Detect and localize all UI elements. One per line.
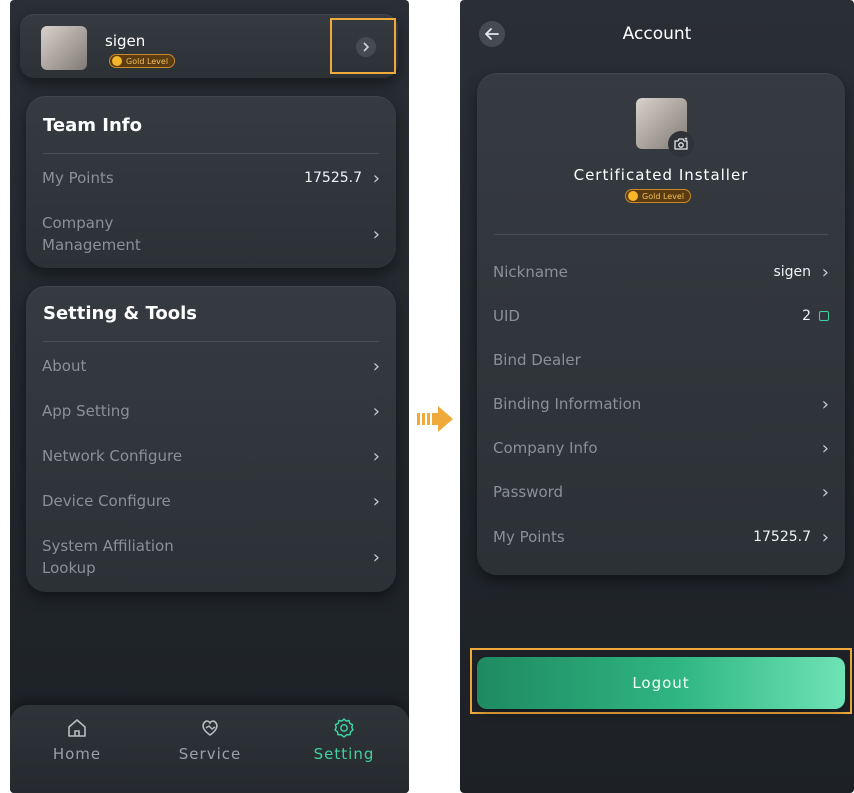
tab-label: Service [178, 745, 242, 763]
tab-home[interactable]: Home [17, 717, 137, 763]
bind-dealer-row[interactable]: Bind Dealer [493, 340, 829, 380]
row-label: App Setting [42, 402, 130, 420]
page-title: Account [622, 24, 692, 44]
row-label: About [42, 357, 87, 375]
tab-setting[interactable]: Setting [284, 717, 404, 763]
badge-label: Gold Level [642, 191, 685, 201]
setting-tools-card: Setting & Tools About › App Setting › Ne… [26, 286, 396, 592]
chevron-right-icon: › [821, 437, 829, 459]
tab-service[interactable]: Service [150, 717, 270, 763]
divider [43, 153, 379, 154]
points-value: 17525.7 [753, 529, 811, 545]
row-label: My Points [42, 169, 114, 187]
password-row[interactable]: Password › [493, 472, 829, 512]
row-label: Bind Dealer [493, 351, 581, 369]
company-management-row[interactable]: Company Management › [42, 212, 380, 256]
tab-label: Setting [313, 745, 375, 763]
gear-icon [334, 718, 354, 738]
points-value: 17525.7 [304, 170, 362, 186]
row-label: UID [493, 307, 520, 325]
app-setting-row[interactable]: App Setting › [42, 391, 380, 431]
team-info-title: Team Info [43, 115, 142, 136]
binding-information-row[interactable]: Binding Information › [493, 384, 829, 424]
chevron-right-icon: › [372, 490, 380, 512]
transition-arrow-icon [417, 406, 453, 432]
account-card: Certificated Installer Gold Level Nickna… [477, 73, 845, 575]
row-label: Company Info [493, 439, 598, 457]
divider [43, 341, 379, 342]
tab-label: Home [52, 745, 102, 763]
camera-icon [674, 137, 688, 150]
divider [494, 234, 828, 235]
settings-screen: sigen Gold Level Team Info My Points 175… [10, 0, 409, 793]
row-label: System Affiliation Lookup [42, 537, 174, 577]
coin-icon [112, 56, 122, 66]
camera-button[interactable] [668, 131, 694, 157]
logout-button[interactable]: Logout [477, 657, 845, 709]
company-info-row[interactable]: Company Info › [493, 428, 829, 468]
chevron-right-icon: › [821, 261, 829, 283]
role-title: Certificated Installer [573, 166, 749, 184]
row-label: My Points [493, 528, 565, 546]
network-configure-row[interactable]: Network Configure › [42, 436, 380, 476]
about-row[interactable]: About › [42, 346, 380, 386]
chevron-right-icon: › [372, 546, 380, 568]
profile-name: sigen [105, 32, 146, 50]
badge-label: Gold Level [126, 56, 169, 66]
team-info-card: Team Info My Points 17525.7 › Company Ma… [26, 96, 396, 268]
setting-tools-title: Setting & Tools [43, 303, 197, 324]
chevron-right-icon: › [821, 526, 829, 548]
chevron-right-icon: › [372, 167, 380, 189]
copy-icon[interactable] [819, 311, 829, 321]
row-label: Company Management [42, 214, 141, 254]
row-label: Password [493, 483, 564, 501]
chevron-right-icon: › [821, 393, 829, 415]
chevron-right-icon: › [372, 223, 380, 245]
avatar[interactable] [41, 26, 87, 70]
uid-row: UID 2 [493, 296, 829, 336]
chevron-right-icon: › [372, 355, 380, 377]
account-screen: Account Certificated Installer Gold Leve… [460, 0, 854, 793]
system-affiliation-row[interactable]: System Affiliation Lookup › [42, 534, 380, 580]
chevron-right-icon: › [372, 445, 380, 467]
my-points-row[interactable]: My Points 17525.7 › [493, 517, 829, 557]
my-points-row[interactable]: My Points 17525.7 › [42, 158, 380, 198]
nickname-value: sigen [773, 264, 811, 280]
row-label: Network Configure [42, 447, 183, 465]
service-icon [202, 720, 218, 736]
chevron-right-icon: › [821, 481, 829, 503]
uid-value: 2 [802, 308, 811, 324]
coin-icon [628, 191, 638, 201]
nickname-row[interactable]: Nickname sigen › [493, 252, 829, 292]
highlight-frame [330, 18, 396, 74]
device-configure-row[interactable]: Device Configure › [42, 481, 380, 521]
row-label: Nickname [493, 263, 568, 281]
gold-level-badge: Gold Level [625, 189, 692, 203]
gold-level-badge: Gold Level [109, 54, 176, 68]
home-icon [68, 719, 86, 737]
row-label: Device Configure [42, 492, 171, 510]
chevron-right-icon: › [372, 400, 380, 422]
bottom-tab-bar: Home Service Setting [10, 705, 409, 793]
row-label: Binding Information [493, 395, 642, 413]
